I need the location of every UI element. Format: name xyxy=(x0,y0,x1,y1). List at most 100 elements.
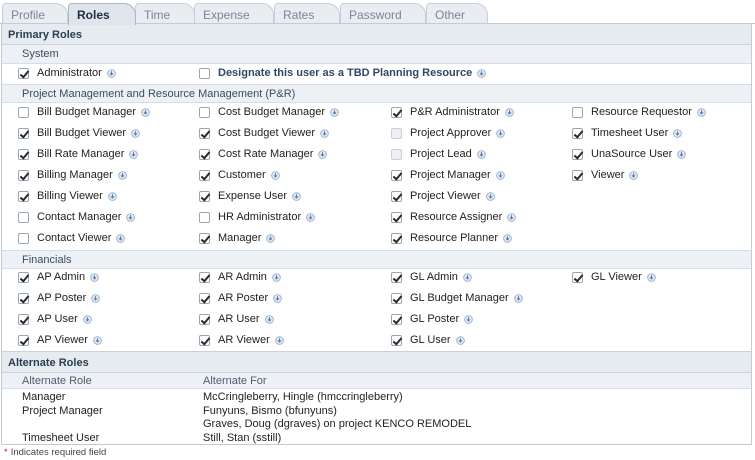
info-icon[interactable] xyxy=(485,191,495,201)
tab-other[interactable]: Other xyxy=(426,3,488,24)
expense-user-checkbox[interactable] xyxy=(199,190,210,202)
info-icon[interactable] xyxy=(505,107,514,117)
gl-budget-manager-checkbox[interactable] xyxy=(391,292,402,304)
tab-password[interactable]: Password xyxy=(340,3,426,24)
info-icon[interactable] xyxy=(91,293,101,303)
info-icon[interactable] xyxy=(141,107,150,117)
role-ap-poster: AP Poster xyxy=(18,290,101,306)
hr-administrator-checkbox[interactable] xyxy=(199,211,210,223)
tab-expense[interactable]: Expense xyxy=(194,3,274,24)
resource-assigner-checkbox[interactable] xyxy=(391,211,402,223)
info-icon[interactable] xyxy=(129,149,139,159)
ap-admin-checkbox[interactable] xyxy=(18,271,29,283)
info-icon[interactable] xyxy=(455,335,465,345)
gl-user-checkbox[interactable] xyxy=(391,334,402,346)
role-billing-manager: Billing Manager xyxy=(18,167,127,183)
info-icon[interactable] xyxy=(270,170,280,180)
ar-poster-checkbox[interactable] xyxy=(199,292,210,304)
info-icon[interactable] xyxy=(507,212,517,222)
role-contact-viewer: Contact Viewer xyxy=(18,230,126,246)
resource-requestor-checkbox[interactable] xyxy=(572,106,583,118)
info-icon[interactable] xyxy=(697,107,706,117)
manager-label: Manager xyxy=(218,232,262,244)
contact-viewer-checkbox[interactable] xyxy=(18,232,29,244)
ap-user-checkbox[interactable] xyxy=(18,313,29,325)
customer-checkbox[interactable] xyxy=(199,169,210,181)
unasource-user-label: UnaSource User xyxy=(591,148,673,160)
info-icon[interactable] xyxy=(107,68,116,78)
administrator-checkbox[interactable] xyxy=(18,67,29,79)
info-icon[interactable] xyxy=(274,335,284,345)
manager-checkbox[interactable] xyxy=(199,232,210,244)
cost-budget-viewer-checkbox[interactable] xyxy=(199,127,210,139)
info-icon[interactable] xyxy=(118,170,127,180)
info-icon[interactable] xyxy=(306,212,315,222)
info-icon[interactable] xyxy=(266,233,276,243)
contact-manager-checkbox[interactable] xyxy=(18,211,29,223)
bill-rate-manager-checkbox[interactable] xyxy=(18,148,29,160)
role-resource-planner: Resource Planner xyxy=(391,230,512,246)
project-manager-checkbox[interactable] xyxy=(391,169,402,181)
billing-viewer-checkbox[interactable] xyxy=(18,190,29,202)
ar-user-checkbox[interactable] xyxy=(199,313,210,325)
cost-budget-manager-checkbox[interactable] xyxy=(199,106,210,118)
info-icon[interactable] xyxy=(318,149,328,159)
info-icon[interactable] xyxy=(292,191,301,201)
info-icon[interactable] xyxy=(126,212,136,222)
gl-viewer-checkbox[interactable] xyxy=(572,271,583,283)
gl-admin-checkbox[interactable] xyxy=(391,271,402,283)
info-icon[interactable] xyxy=(272,272,281,282)
info-icon[interactable] xyxy=(108,191,117,201)
info-icon[interactable] xyxy=(477,68,487,78)
ap-poster-checkbox[interactable] xyxy=(18,292,29,304)
info-icon[interactable] xyxy=(673,128,683,138)
info-icon[interactable] xyxy=(495,170,505,180)
project-viewer-checkbox[interactable] xyxy=(391,190,402,202)
ar-viewer-checkbox[interactable] xyxy=(199,334,210,346)
resource-planner-label: Resource Planner xyxy=(410,232,499,244)
info-icon[interactable] xyxy=(320,128,329,138)
info-icon[interactable] xyxy=(646,272,656,282)
tab-rates[interactable]: Rates xyxy=(274,3,340,24)
info-icon[interactable] xyxy=(496,128,506,138)
info-icon[interactable] xyxy=(513,293,523,303)
tab-profile[interactable]: Profile xyxy=(2,3,68,24)
info-icon[interactable] xyxy=(273,293,282,303)
resource-planner-checkbox[interactable] xyxy=(391,232,402,244)
tab-roles[interactable]: Roles xyxy=(68,3,136,25)
role-billing-viewer: Billing Viewer xyxy=(18,188,117,204)
info-icon[interactable] xyxy=(330,107,339,117)
designate-this-user-as-a-tbd-planning-resource-checkbox[interactable] xyxy=(199,67,210,79)
info-icon[interactable] xyxy=(93,335,102,345)
role-resource-assigner: Resource Assigner xyxy=(391,209,517,225)
info-icon[interactable] xyxy=(677,149,687,159)
info-icon[interactable] xyxy=(476,149,486,159)
project-approver-label: Project Approver xyxy=(410,127,492,139)
info-icon[interactable] xyxy=(629,170,639,180)
info-icon[interactable] xyxy=(264,314,274,324)
info-icon[interactable] xyxy=(463,272,472,282)
info-icon[interactable] xyxy=(82,314,92,324)
gl-poster-checkbox[interactable] xyxy=(391,313,402,325)
info-icon[interactable] xyxy=(116,233,126,243)
info-icon[interactable] xyxy=(131,128,140,138)
timesheet-user-checkbox[interactable] xyxy=(572,127,583,139)
viewer-checkbox[interactable] xyxy=(572,169,583,181)
required-asterisk: * xyxy=(4,447,8,458)
alternate-for-cell: Graves, Doug (dgraves) on project KENCO … xyxy=(203,418,472,430)
pandr-administrator-checkbox[interactable] xyxy=(391,106,402,118)
bill-budget-viewer-checkbox[interactable] xyxy=(18,127,29,139)
tab-time[interactable]: Time xyxy=(135,3,195,24)
info-icon[interactable] xyxy=(464,314,473,324)
ar-admin-checkbox[interactable] xyxy=(199,271,210,283)
unasource-user-checkbox[interactable] xyxy=(572,148,583,160)
role-gl-poster: GL Poster xyxy=(391,311,473,327)
project-viewer-label: Project Viewer xyxy=(410,190,481,202)
billing-manager-checkbox[interactable] xyxy=(18,169,29,181)
ap-viewer-checkbox[interactable] xyxy=(18,334,29,346)
info-icon[interactable] xyxy=(503,233,512,243)
cost-rate-manager-checkbox[interactable] xyxy=(199,148,210,160)
info-icon[interactable] xyxy=(90,272,99,282)
expense-user-label: Expense User xyxy=(218,190,288,202)
bill-budget-manager-checkbox[interactable] xyxy=(18,106,29,118)
